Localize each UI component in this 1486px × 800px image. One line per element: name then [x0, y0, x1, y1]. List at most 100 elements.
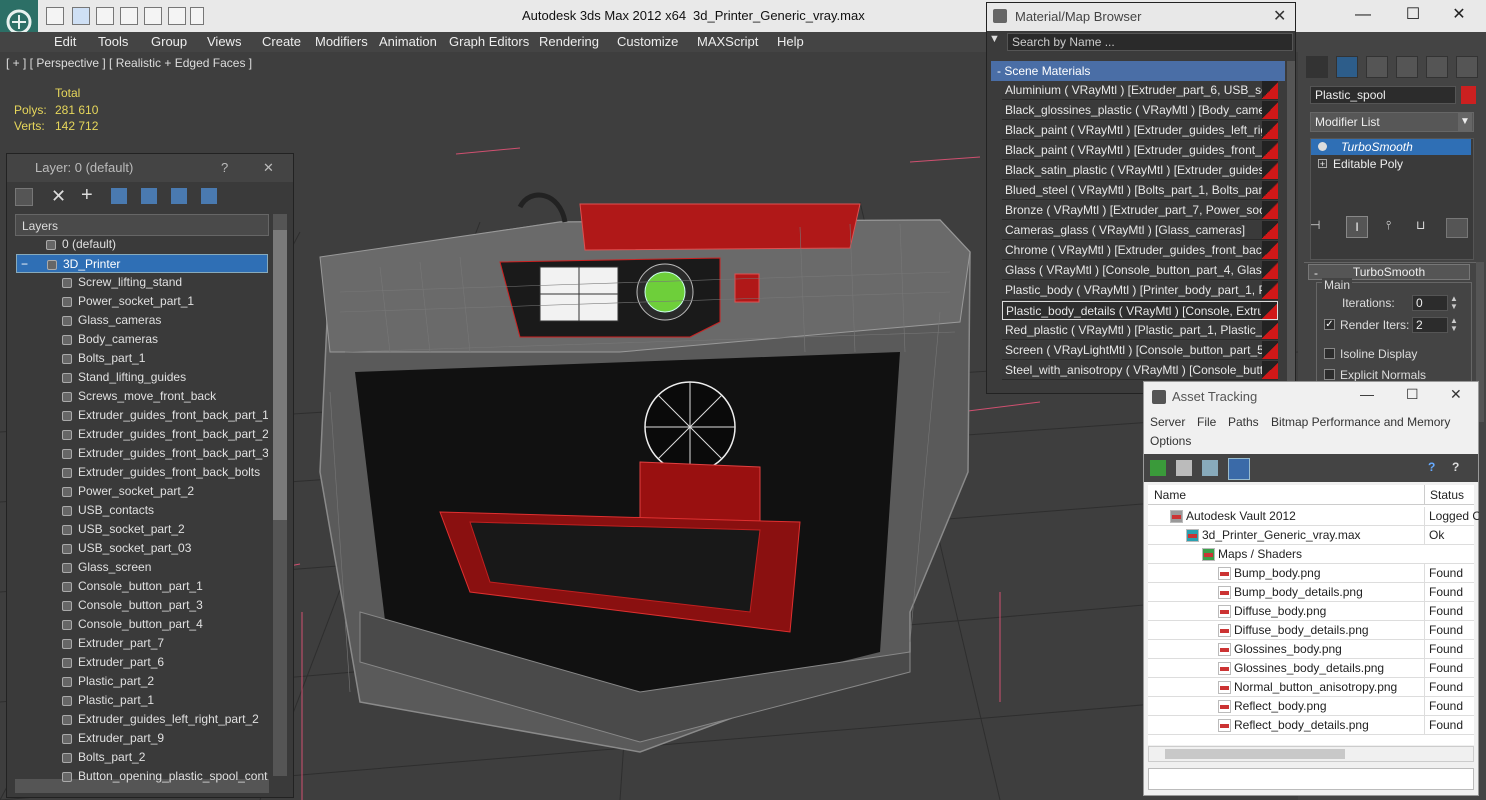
layer-row[interactable]: Glass_screen — [16, 558, 268, 577]
layer-row[interactable]: Plastic_part_1 — [16, 691, 268, 710]
undo-icon[interactable] — [96, 7, 114, 25]
minimize-icon[interactable]: — — [1340, 0, 1386, 30]
modifier-list-dropdown[interactable]: Modifier List — [1310, 112, 1474, 132]
configure-modifier-sets-icon[interactable] — [1446, 218, 1468, 238]
menu-tools[interactable]: Tools — [98, 34, 128, 49]
hide-all-icon[interactable] — [171, 188, 187, 204]
material-browser-close-icon[interactable]: ✕ — [1273, 3, 1286, 31]
menu-animation[interactable]: Animation — [379, 34, 437, 49]
layer-row[interactable]: Extruder_guides_front_back_part_3 — [16, 444, 268, 463]
isoline-display-checkbox[interactable] — [1324, 348, 1335, 359]
layer-row[interactable]: Extruder_guides_front_back_part_2 — [16, 425, 268, 444]
layers-column-header[interactable]: Layers — [15, 214, 269, 236]
modify-tab-icon[interactable] — [1336, 56, 1358, 78]
layer-row[interactable]: USB_socket_part_2 — [16, 520, 268, 539]
save-icon[interactable] — [72, 7, 90, 25]
asset-row[interactable]: Reflect_body.png Found — [1148, 697, 1474, 716]
maximize-icon[interactable]: ☐ — [1390, 0, 1436, 30]
iterations-spinner-arrows-icon[interactable]: ▲ ▼ — [1450, 295, 1458, 311]
layer-row[interactable]: Extruder_guides_front_back_bolts — [16, 463, 268, 482]
lightbulb-icon[interactable] — [1318, 142, 1327, 151]
help-context-icon[interactable]: ? — [1452, 460, 1468, 476]
asset-row[interactable]: Autodesk Vault 2012 Logged O — [1148, 507, 1479, 526]
asset-menu-paths[interactable]: Paths — [1228, 415, 1259, 429]
create-layer-icon[interactable] — [15, 188, 33, 206]
render-iters-checkbox[interactable]: ✓ — [1324, 319, 1335, 330]
asset-row[interactable]: 3d_Printer_Generic_vray.max Ok — [1148, 526, 1474, 545]
delete-layer-icon[interactable]: ✕ — [51, 187, 67, 205]
render-iters-spinner[interactable]: 2 — [1412, 317, 1448, 333]
layer-row[interactable]: Console_button_part_1 — [16, 577, 268, 596]
material-row[interactable]: Aluminium ( VRayMtl ) [Extruder_part_6, … — [1002, 81, 1278, 100]
close-icon[interactable]: ✕ — [1436, 0, 1482, 30]
iterations-spinner[interactable]: 0 — [1412, 295, 1448, 311]
asset-close-icon[interactable]: ✕ — [1450, 386, 1462, 403]
menu-create[interactable]: Create — [262, 34, 301, 49]
layer-row[interactable]: Extruder_part_7 — [16, 634, 268, 653]
modifier-list-chevron-icon[interactable]: ▼ — [1458, 113, 1472, 131]
hold-icon[interactable] — [120, 7, 138, 25]
asset-path-field[interactable] — [1148, 768, 1474, 790]
layer-row[interactable]: Body_cameras — [16, 330, 268, 349]
menu-rendering[interactable]: Rendering — [539, 34, 599, 49]
layer-row[interactable]: Extruder_part_9 — [16, 729, 268, 748]
collapse-minus-icon[interactable]: − — [21, 255, 28, 272]
object-name-field[interactable]: Plastic_spool — [1310, 86, 1456, 104]
pin-stack-icon[interactable]: ⊣ — [1310, 218, 1330, 236]
freeze-all-icon[interactable] — [201, 188, 217, 204]
stack-item-editable-poly[interactable]: Editable Poly — [1311, 156, 1471, 172]
layer-row[interactable]: Console_button_part_4 — [16, 615, 268, 634]
asset-hscrollbar[interactable] — [1148, 746, 1474, 762]
expand-plus-icon[interactable]: + — [1318, 159, 1327, 169]
asset-row[interactable]: Bump_body.png Found — [1148, 564, 1474, 583]
asset-row[interactable]: Diffuse_body.png Found — [1148, 602, 1474, 621]
asset-minimize-icon[interactable]: — — [1360, 386, 1374, 402]
help-question-icon[interactable]: ? — [1428, 460, 1444, 476]
material-row[interactable]: Steel_with_anisotropy ( VRayMtl ) [Conso… — [1002, 361, 1278, 380]
rollout-collapse-icon[interactable]: - — [1314, 266, 1318, 280]
help-icon[interactable]: ? — [221, 154, 228, 182]
select-objects-icon[interactable] — [111, 188, 127, 204]
layer-row[interactable]: Stand_lifting_guides — [16, 368, 268, 387]
layer-row[interactable]: Screws_move_front_back — [16, 387, 268, 406]
material-row[interactable]: Red_plastic ( VRayMtl ) [Plastic_part_1,… — [1002, 321, 1278, 340]
project-icon[interactable] — [168, 7, 186, 25]
layer-row[interactable]: USB_socket_part_03 — [16, 539, 268, 558]
material-row[interactable]: Bronze ( VRayMtl ) [Extruder_part_7, Pow… — [1002, 201, 1278, 220]
layer-row[interactable]: USB_contacts — [16, 501, 268, 520]
explicit-normals-checkbox[interactable] — [1324, 369, 1335, 380]
layer-panel-titlebar[interactable]: Layer: 0 (default) ? ✕ — [7, 154, 293, 182]
menu-graph-editors[interactable]: Graph Editors — [449, 34, 529, 49]
quick-access-dropdown-icon[interactable] — [190, 7, 204, 25]
asset-row[interactable]: Maps / Shaders — [1148, 545, 1474, 564]
material-row[interactable]: Black_paint ( VRayMtl ) [Extruder_guides… — [1002, 141, 1278, 160]
menu-help[interactable]: Help — [777, 34, 804, 49]
menu-views[interactable]: Views — [207, 34, 241, 49]
utilities-tab-icon[interactable] — [1456, 56, 1478, 78]
asset-row[interactable]: Bump_body_details.png Found — [1148, 583, 1474, 602]
layer-row[interactable]: Bolts_part_1 — [16, 349, 268, 368]
layer-row[interactable]: Power_socket_part_2 — [16, 482, 268, 501]
name-column-header[interactable]: Name — [1154, 488, 1186, 502]
layer-list-scroll-thumb[interactable] — [273, 230, 287, 520]
refresh-icon[interactable] — [1150, 460, 1166, 476]
material-row[interactable]: Black_paint ( VRayMtl ) [Extruder_guides… — [1002, 121, 1278, 140]
list-view-icon[interactable] — [1176, 460, 1192, 476]
layer-row[interactable]: Glass_cameras — [16, 311, 268, 330]
material-row[interactable]: Chrome ( VRayMtl ) [Extruder_guides_fron… — [1002, 241, 1278, 260]
layer-row[interactable]: 0 (default) — [16, 235, 268, 254]
highlight-layer-icon[interactable] — [141, 188, 157, 204]
make-unique-icon[interactable]: ⫯ — [1386, 218, 1406, 236]
object-color-swatch[interactable] — [1461, 86, 1476, 104]
show-end-result-icon[interactable]: I — [1346, 216, 1368, 238]
create-tab-icon[interactable] — [1306, 56, 1328, 78]
material-row[interactable]: Screen ( VRayLightMtl ) [Console_button_… — [1002, 341, 1278, 360]
render-iters-spinner-arrows-icon[interactable]: ▲ ▼ — [1450, 317, 1458, 333]
layer-row[interactable]: Power_socket_part_1 — [16, 292, 268, 311]
material-list-scrollbar[interactable] — [1287, 61, 1295, 381]
remove-modifier-icon[interactable]: ⊔ — [1416, 218, 1436, 236]
layer-row[interactable]: Extruder_guides_front_back_part_1 — [16, 406, 268, 425]
asset-maximize-icon[interactable]: ☐ — [1406, 386, 1419, 403]
asset-row[interactable]: Glossines_body_details.png Found — [1148, 659, 1474, 678]
motion-tab-icon[interactable] — [1396, 56, 1418, 78]
